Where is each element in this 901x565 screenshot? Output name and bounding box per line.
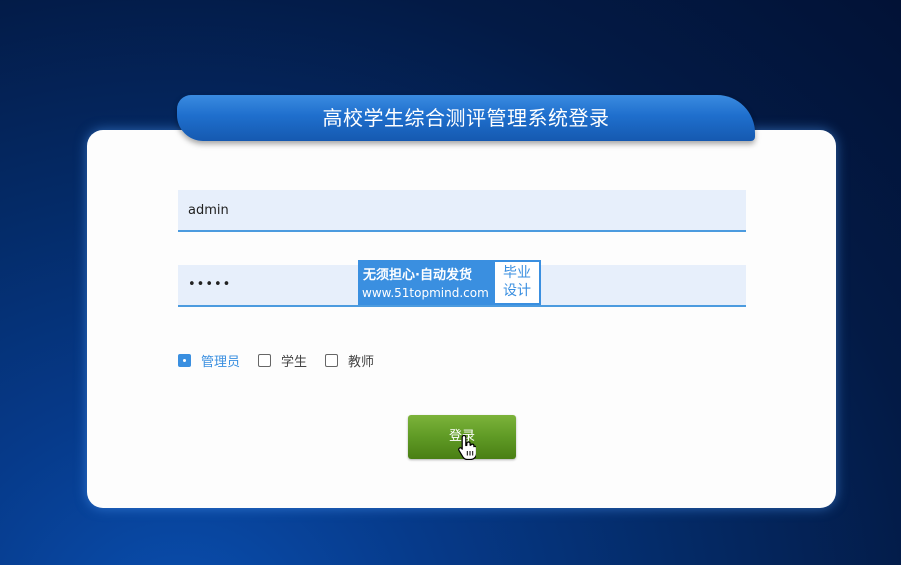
role-option-student[interactable]: 学生 (258, 351, 307, 370)
role-option-admin[interactable]: 管理员 (178, 351, 240, 370)
checkbox-icon[interactable] (325, 353, 339, 367)
watermark-box: 毕业 设计 (495, 262, 539, 303)
role-selector: 管理员 学生 教师 (178, 351, 392, 370)
watermark-box-line2: 设计 (503, 283, 531, 299)
username-input[interactable] (178, 190, 746, 232)
role-label-teacher: 教师 (348, 354, 375, 370)
page-title: 高校学生综合测评管理系统登录 (177, 95, 755, 141)
role-label-student: 学生 (281, 354, 308, 370)
checkbox-checked-icon[interactable] (178, 353, 191, 367)
watermark-badge: 无须担心·自动发货 www.51topmind.com 毕业 设计 (358, 260, 541, 305)
checkbox-icon[interactable] (258, 353, 272, 367)
hand-pointer-icon (458, 434, 476, 460)
watermark-url: www.51topmind.com (362, 286, 489, 300)
watermark-line1: 无须担心·自动发货 (363, 268, 472, 283)
watermark-box-line1: 毕业 (503, 265, 531, 281)
role-option-teacher[interactable]: 教师 (325, 351, 374, 370)
role-label-admin: 管理员 (201, 354, 241, 370)
